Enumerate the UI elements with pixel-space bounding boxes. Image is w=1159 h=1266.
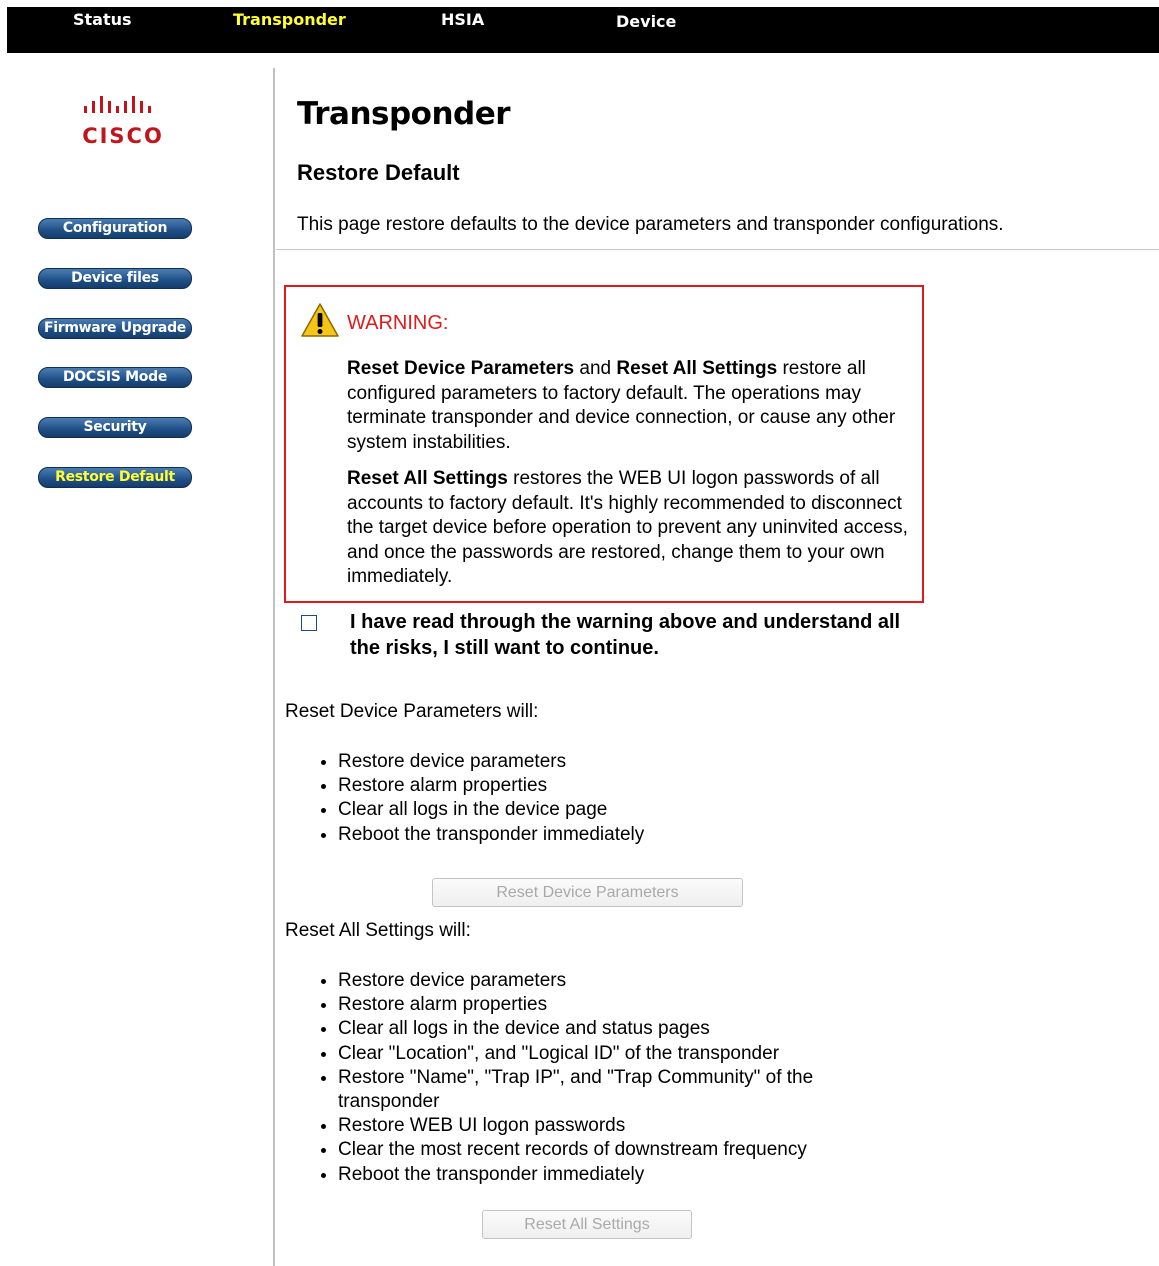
sidebar-item-restore-default[interactable]: Restore Default	[38, 467, 192, 488]
reset-all-list: Restore device parameters Restore alarm …	[285, 969, 898, 1187]
warning-title: WARNING:	[347, 312, 449, 334]
list-item: Restore device parameters	[338, 969, 898, 993]
sidebar-item-firmware-upgrade[interactable]: Firmware Upgrade	[38, 318, 192, 339]
reset-all-label: Reset All Settings will:	[285, 920, 471, 941]
warning-paragraph-1: Reset Device Parameters and Reset All Se…	[347, 357, 913, 455]
list-item: Clear all logs in the device page	[338, 798, 898, 822]
nav-hsia[interactable]: HSIA	[441, 10, 484, 29]
warning-paragraph-2: Reset All Settings restores the WEB UI l…	[347, 467, 913, 590]
acknowledge-label: I have read through the warning above an…	[350, 611, 901, 659]
list-item: Reboot the transponder immediately	[338, 1163, 898, 1187]
acknowledge-checkbox[interactable]	[301, 615, 317, 631]
list-item: Reboot the transponder immediately	[338, 823, 898, 847]
warning-term-reset-all: Reset All Settings	[616, 358, 778, 379]
reset-device-list: Restore device parameters Restore alarm …	[285, 750, 898, 847]
page-title: Transponder	[297, 96, 511, 132]
list-item: Clear all logs in the device and status …	[338, 1017, 898, 1041]
list-item: Restore alarm properties	[338, 774, 898, 798]
list-item: Clear the most recent records of downstr…	[338, 1138, 898, 1162]
reset-device-label: Reset Device Parameters will:	[285, 701, 539, 722]
warning-triangle-icon	[301, 303, 339, 337]
sidebar-item-docsis-mode[interactable]: DOCSIS Mode	[38, 367, 192, 388]
cisco-wordmark: CISCO	[82, 124, 164, 148]
list-item: Restore device parameters	[338, 750, 898, 774]
nav-transponder[interactable]: Transponder	[233, 10, 346, 29]
horizontal-divider	[276, 249, 1159, 250]
cisco-bars-icon	[84, 96, 151, 113]
reset-all-settings-button[interactable]: Reset All Settings	[482, 1210, 692, 1239]
warning-term-reset-device: Reset Device Parameters	[347, 358, 575, 379]
page-description: This page restore defaults to the device…	[297, 214, 1004, 235]
list-item: Restore alarm properties	[338, 993, 898, 1017]
sidebar-item-device-files[interactable]: Device files	[38, 268, 192, 289]
list-item: Restore WEB UI logon passwords	[338, 1114, 898, 1138]
nav-status[interactable]: Status	[73, 10, 132, 29]
page-subtitle: Restore Default	[297, 160, 460, 185]
sidebar-item-security[interactable]: Security	[38, 417, 192, 438]
reset-device-parameters-button[interactable]: Reset Device Parameters	[432, 878, 743, 907]
list-item: Restore "Name", "Trap IP", and "Trap Com…	[338, 1066, 898, 1114]
warning-term-reset-all: Reset All Settings	[347, 468, 508, 489]
warning-text: and	[574, 358, 617, 379]
sidebar-item-configuration[interactable]: Configuration	[38, 218, 192, 239]
top-nav-bar: Status Transponder HSIA Device	[7, 7, 1159, 53]
cisco-logo: CISCO	[78, 92, 168, 152]
vertical-divider	[273, 68, 275, 1266]
nav-device[interactable]: Device	[616, 12, 676, 31]
list-item: Clear "Location", and "Logical ID" of th…	[338, 1042, 898, 1066]
